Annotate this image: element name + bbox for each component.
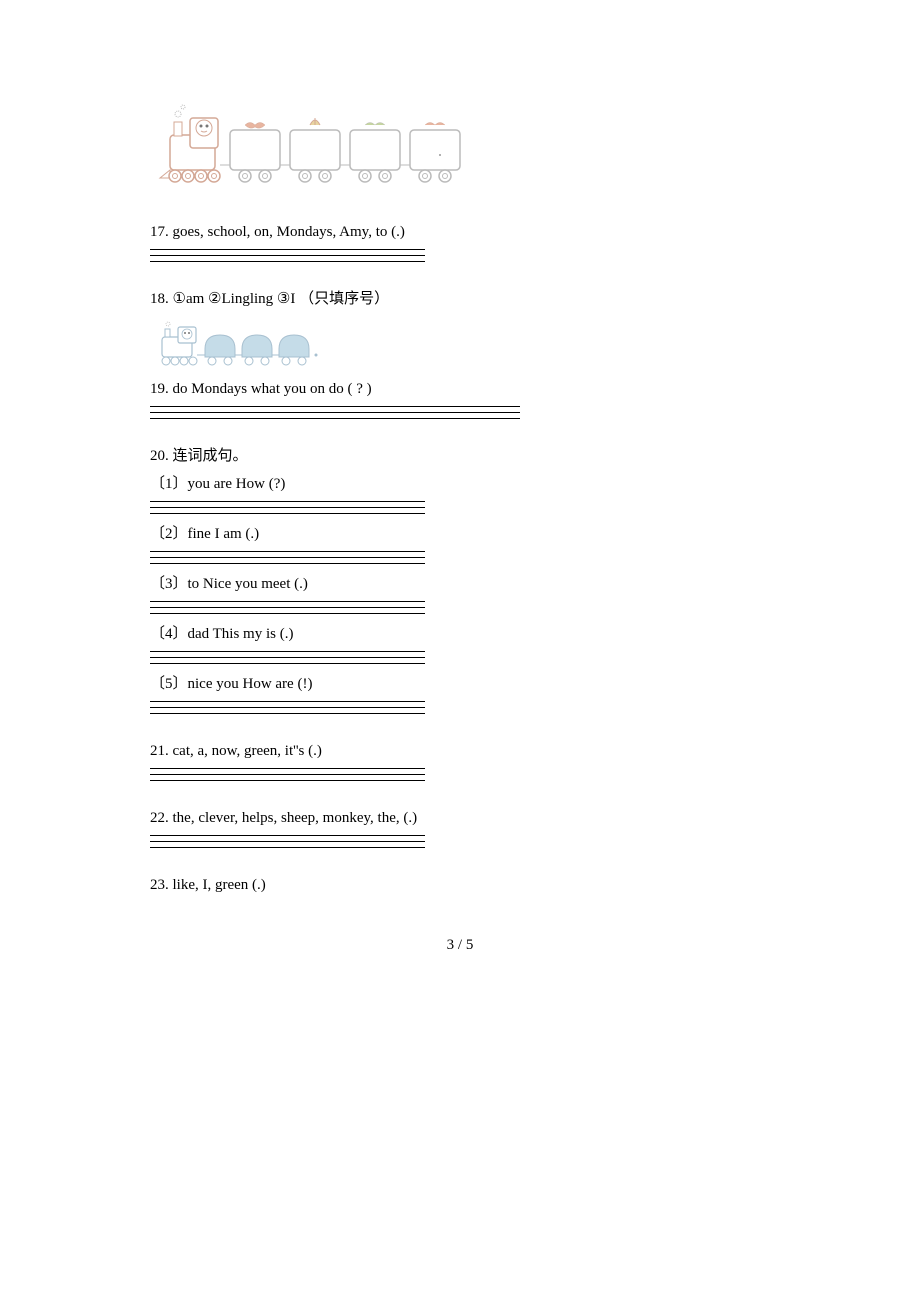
q21-answer-lines: [150, 765, 770, 781]
question-19: 19. do Mondays what you on do ( ? ): [150, 377, 770, 419]
question-20-header: 20. 连词成句。: [150, 444, 770, 468]
q20-sub-5-lines: [150, 698, 770, 714]
train-illustration-large: [150, 100, 490, 190]
answer-line[interactable]: [150, 777, 425, 781]
q18-prefix: 18.: [150, 291, 173, 307]
answer-line[interactable]: [150, 838, 425, 842]
answer-line[interactable]: [150, 560, 425, 564]
answer-line[interactable]: [150, 403, 520, 407]
answer-line[interactable]: [150, 258, 425, 262]
q18-word-2: Lingling: [221, 291, 276, 307]
q20-sub-2: 〔2〕fine I am (.): [150, 522, 770, 546]
answer-line[interactable]: [150, 252, 425, 256]
q18-word-3: I: [290, 291, 299, 307]
answer-line[interactable]: [150, 415, 520, 419]
q20-sub-5: 〔5〕nice you How are (!): [150, 672, 770, 696]
question-23: 23. like, I, green (.): [150, 873, 770, 897]
question-22-text: 22. the, clever, helps, sheep, monkey, t…: [150, 806, 770, 830]
q22-answer-lines: [150, 832, 770, 848]
question-21: 21. cat, a, now, green, it''s (.): [150, 739, 770, 781]
answer-line[interactable]: [150, 604, 425, 608]
answer-line[interactable]: [150, 704, 425, 708]
question-18-text: 18. ①am ②Lingling ③I （只填序号）: [150, 287, 770, 311]
question-19-text: 19. do Mondays what you on do ( ? ): [150, 377, 770, 401]
answer-line[interactable]: [150, 660, 425, 664]
q20-sub-1-lines: [150, 498, 770, 514]
circled-3: ③: [277, 291, 290, 307]
q20-sub-4: 〔4〕dad This my is (.): [150, 622, 770, 646]
q18-suffix: （只填序号）: [299, 291, 389, 307]
question-23-text: 23. like, I, green (.): [150, 873, 770, 897]
answer-line[interactable]: [150, 598, 425, 602]
answer-line[interactable]: [150, 510, 425, 514]
q20-sub-3-lines: [150, 598, 770, 614]
answer-line[interactable]: [150, 610, 425, 614]
answer-line[interactable]: [150, 698, 425, 702]
page-number: 3 / 5: [150, 937, 770, 954]
answer-line[interactable]: [150, 504, 425, 508]
question-17-text: 17. goes, school, on, Mondays, Amy, to (…: [150, 220, 770, 244]
answer-line[interactable]: [150, 654, 425, 658]
question-17: 17. goes, school, on, Mondays, Amy, to (…: [150, 220, 770, 262]
q20-sub-3: 〔3〕to Nice you meet (.): [150, 572, 770, 596]
answer-line[interactable]: [150, 844, 425, 848]
answer-line[interactable]: [150, 498, 425, 502]
circled-1: ①: [173, 291, 186, 307]
q18-word-1: am: [186, 291, 208, 307]
answer-line[interactable]: [150, 548, 425, 552]
q20-sub-2-lines: [150, 548, 770, 564]
q20-sub-1: 〔1〕you are How (?): [150, 472, 770, 496]
train-illustration-small: [150, 319, 350, 369]
answer-line[interactable]: [150, 409, 520, 413]
answer-line[interactable]: [150, 771, 425, 775]
answer-line[interactable]: [150, 246, 425, 250]
answer-line[interactable]: [150, 710, 425, 714]
answer-line[interactable]: [150, 765, 425, 769]
answer-line[interactable]: [150, 832, 425, 836]
question-22: 22. the, clever, helps, sheep, monkey, t…: [150, 806, 770, 848]
question-18: 18. ①am ②Lingling ③I （只填序号）: [150, 287, 770, 369]
worksheet-page: 17. goes, school, on, Mondays, Amy, to (…: [0, 0, 920, 1014]
q19-answer-lines: [150, 403, 770, 419]
question-21-text: 21. cat, a, now, green, it''s (.): [150, 739, 770, 763]
answer-line[interactable]: [150, 648, 425, 652]
q17-answer-lines: [150, 246, 770, 262]
q20-sub-4-lines: [150, 648, 770, 664]
circled-2: ②: [208, 291, 221, 307]
answer-line[interactable]: [150, 554, 425, 558]
question-20: 20. 连词成句。 〔1〕you are How (?) 〔2〕fine I a…: [150, 444, 770, 714]
